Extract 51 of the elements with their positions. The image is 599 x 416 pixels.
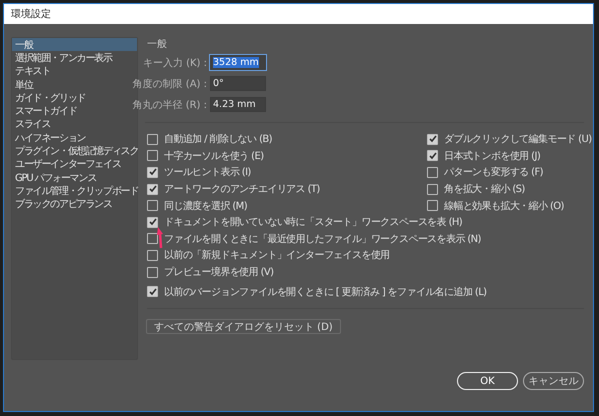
checkbox[interactable] (147, 184, 158, 195)
checkbox[interactable] (147, 200, 158, 212)
checkbox[interactable] (147, 150, 158, 162)
option-label: ファイルを開くときに「最近使用したファイル」ワークスペースを表示 (N) (164, 232, 481, 246)
checkbox[interactable] (427, 150, 438, 162)
sidebar-item[interactable]: ハイフネーション (12, 131, 137, 144)
window-title: 環境設定 (4, 4, 593, 24)
checkbox[interactable] (147, 250, 158, 261)
checkbox[interactable] (427, 184, 438, 195)
sidebar-item[interactable]: 一般 (12, 38, 137, 52)
input-field[interactable]: 0° (210, 76, 266, 91)
sidebar-item[interactable]: GPU パフォーマンス (12, 170, 137, 184)
input-field[interactable]: 3528 mm (210, 55, 266, 70)
checkbox[interactable] (147, 166, 158, 178)
option-label: 線幅と効果も拡大・縮小 (O) (444, 200, 564, 213)
field-label: キー入力 (K) : (142, 56, 207, 70)
option-label: 日本式トンボを使用 (J) (444, 150, 540, 163)
checkbox[interactable] (427, 200, 438, 212)
sidebar-item[interactable]: ファイル管理・クリップボード (12, 184, 137, 198)
pointer-arrow (157, 227, 163, 249)
field-label: 角丸の半径 (R) : (132, 98, 207, 112)
reset-warnings-button[interactable]: すべての警告ダイアログをリセット (D) (146, 318, 341, 334)
checkbox[interactable] (147, 216, 158, 228)
checkbox[interactable] (147, 266, 158, 278)
sidebar-item[interactable]: プラグイン・仮想記憶ディスク (12, 144, 137, 158)
option-label: 自動追加 / 削除しない (B) (164, 132, 272, 146)
sidebar-item[interactable]: ブラックのアピアランス (12, 198, 137, 211)
option-label: ダブルクリックして編集モード (U) (444, 132, 592, 146)
sidebar-item[interactable]: 選択範囲・アンカー表示 (12, 51, 137, 65)
option-label: 角を拡大・縮小 (S) (444, 182, 525, 196)
checkbox[interactable] (147, 286, 158, 298)
section-title: 一般 (147, 38, 168, 51)
cancel-button[interactable]: キャンセル (523, 372, 584, 390)
field-label: 角度の制限 (A) : (132, 78, 207, 90)
option-label: ドキュメントを開いていない時に「スタート」ワークスペースを表 (H) (164, 216, 462, 230)
checkbox[interactable] (427, 134, 438, 145)
ok-button[interactable]: OK (457, 372, 518, 390)
option-label: 以前の「新規ドキュメント」インターフェイスを使用 (164, 248, 390, 262)
sidebar-item[interactable]: ユーザーインターフェイス (12, 158, 137, 171)
option-label: アートワークのアンチエイリアス (T) (164, 183, 320, 196)
checkbox[interactable] (147, 134, 158, 145)
option-label: 以前のバージョンファイルを開くときに [ 更新済み ] をファイル名に追加 (L) (164, 286, 486, 299)
checkbox[interactable] (427, 166, 438, 178)
sidebar-item[interactable]: テキスト (12, 64, 137, 78)
input-field[interactable]: 4.23 mm (210, 97, 266, 112)
option-label: 同じ濃度を選択 (M) (164, 200, 248, 213)
option-label: パターンも変形する (F) (444, 166, 543, 180)
option-label: プレビュー境界を使用 (V) (164, 266, 274, 280)
option-label: ツールヒント表示 (I) (164, 166, 251, 180)
sidebar-item[interactable]: スライス (12, 118, 137, 132)
option-label: 十字カーソルを使う (E) (164, 150, 264, 163)
